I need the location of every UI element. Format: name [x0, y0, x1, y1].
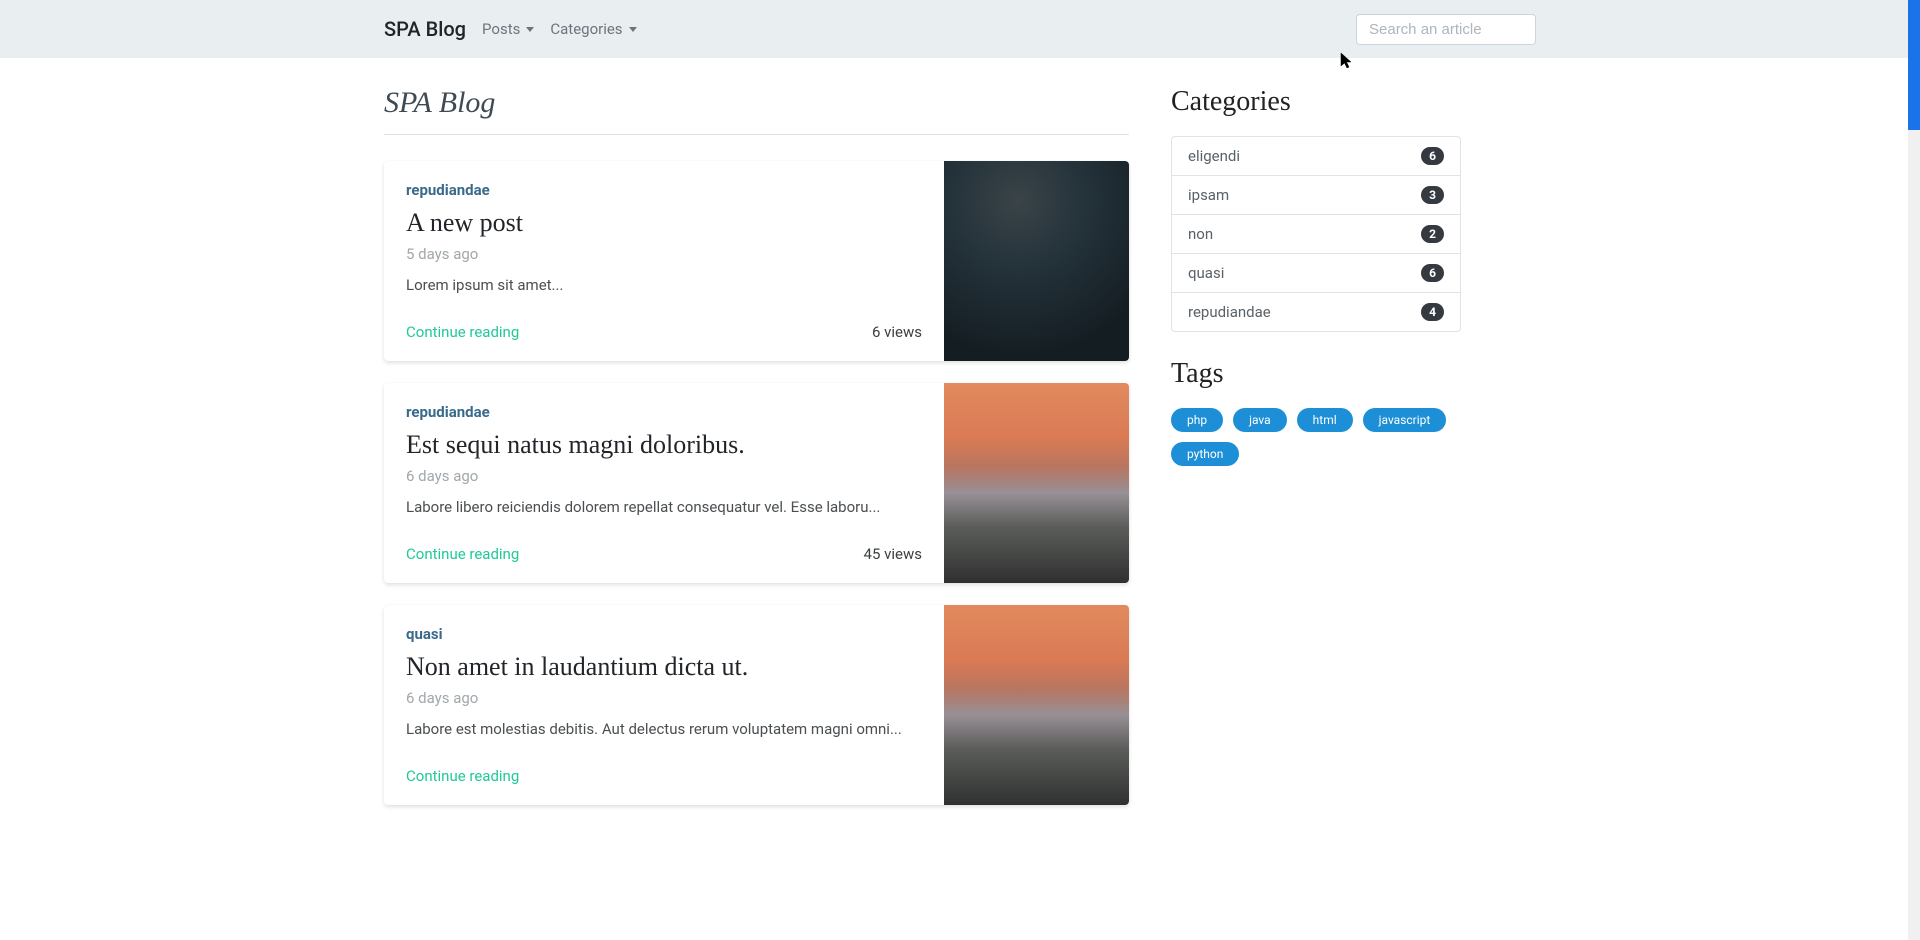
nav-categories-label: Categories — [550, 20, 622, 38]
category-count-badge: 4 — [1421, 303, 1444, 321]
post-thumbnail[interactable] — [944, 383, 1129, 583]
tags-heading: Tags — [1171, 358, 1461, 390]
post-card: repudiandae A new post 5 days ago Lorem ips… — [384, 161, 1129, 361]
post-title[interactable]: Est sequi natus magni doloribus. — [406, 429, 922, 461]
category-count-badge: 6 — [1421, 147, 1444, 165]
chevron-down-icon — [629, 27, 637, 32]
category-item[interactable]: repudiandae 4 — [1172, 293, 1460, 331]
post-title[interactable]: A new post — [406, 207, 922, 239]
post-card: repudiandae Est sequi natus magni dolorib… — [384, 383, 1129, 583]
continue-reading-link[interactable]: Continue reading — [406, 767, 519, 785]
nav-categories-dropdown[interactable]: Categories — [550, 20, 636, 38]
category-item[interactable]: ipsam 3 — [1172, 176, 1460, 215]
post-excerpt: Lorem ipsum sit amet... — [406, 275, 922, 296]
post-thumbnail[interactable] — [944, 605, 1129, 805]
category-count-badge: 3 — [1421, 186, 1444, 204]
post-thumbnail[interactable] — [944, 161, 1129, 361]
posts-list: repudiandae A new post 5 days ago Lorem ips… — [384, 161, 1129, 805]
main-container: SPA Blog repudiandae A new post 5 days ago… — [360, 58, 1560, 855]
main-column: SPA Blog repudiandae A new post 5 days ago… — [384, 86, 1129, 827]
nav-posts-label: Posts — [482, 20, 520, 38]
post-category-link[interactable]: quasi — [406, 625, 922, 643]
divider — [384, 134, 1129, 135]
brand-link[interactable]: SPA Blog — [384, 17, 466, 41]
tag-pill[interactable]: java — [1233, 408, 1287, 432]
post-category-link[interactable]: repudiandae — [406, 403, 922, 421]
continue-reading-link[interactable]: Continue reading — [406, 323, 519, 341]
post-views: 6 views — [872, 323, 922, 341]
post-body: quasi Non amet in laudantium dicta ut. 6 d… — [384, 605, 944, 805]
category-name: eligendi — [1188, 147, 1240, 165]
scrollbar[interactable] — [1908, 0, 1920, 940]
post-views: 45 views — [864, 545, 922, 563]
page-title: SPA Blog — [384, 86, 1129, 120]
tag-pill[interactable]: javascript — [1363, 408, 1447, 432]
tag-pill[interactable]: python — [1171, 442, 1239, 466]
category-name: non — [1188, 225, 1213, 243]
post-footer: Continue reading 6 views — [406, 323, 922, 341]
search-input[interactable] — [1356, 14, 1536, 45]
continue-reading-link[interactable]: Continue reading — [406, 545, 519, 563]
post-excerpt: Labore est molestias debitis. Aut delect… — [406, 719, 922, 740]
sidebar: Categories eligendi 6 ipsam 3 non 2 quasi 6 repu… — [1171, 86, 1461, 827]
category-name: quasi — [1188, 264, 1224, 282]
post-time: 6 days ago — [406, 689, 922, 707]
chevron-down-icon — [526, 27, 534, 32]
navbar: SPA Blog Posts Categories — [0, 0, 1920, 58]
category-name: repudiandae — [1188, 303, 1271, 321]
post-footer: Continue reading 45 views — [406, 545, 922, 563]
post-time: 5 days ago — [406, 245, 922, 263]
category-item[interactable]: non 2 — [1172, 215, 1460, 254]
post-excerpt: Labore libero reiciendis dolorem repella… — [406, 497, 922, 518]
post-body: repudiandae Est sequi natus magni dolorib… — [384, 383, 944, 583]
post-category-link[interactable]: repudiandae — [406, 181, 922, 199]
categories-list: eligendi 6 ipsam 3 non 2 quasi 6 repudiandae 4 — [1171, 136, 1461, 332]
post-body: repudiandae A new post 5 days ago Lorem ips… — [384, 161, 944, 361]
post-card: quasi Non amet in laudantium dicta ut. 6 d… — [384, 605, 1129, 805]
category-item[interactable]: quasi 6 — [1172, 254, 1460, 293]
nav-links: Posts Categories — [482, 20, 637, 38]
tag-cloud: phpjava html javascript python — [1171, 408, 1461, 466]
nav-posts-dropdown[interactable]: Posts — [482, 20, 534, 38]
post-footer: Continue reading — [406, 767, 922, 785]
tag-pill[interactable]: php — [1171, 408, 1223, 432]
category-item[interactable]: eligendi 6 — [1172, 137, 1460, 176]
post-title[interactable]: Non amet in laudantium dicta ut. — [406, 651, 922, 683]
category-name: ipsam — [1188, 186, 1229, 204]
categories-heading: Categories — [1171, 86, 1461, 118]
tag-pill[interactable]: html — [1297, 408, 1353, 432]
category-count-badge: 6 — [1421, 264, 1444, 282]
category-count-badge: 2 — [1421, 225, 1444, 243]
scrollbar-thumb[interactable] — [1908, 0, 1920, 130]
post-time: 6 days ago — [406, 467, 922, 485]
